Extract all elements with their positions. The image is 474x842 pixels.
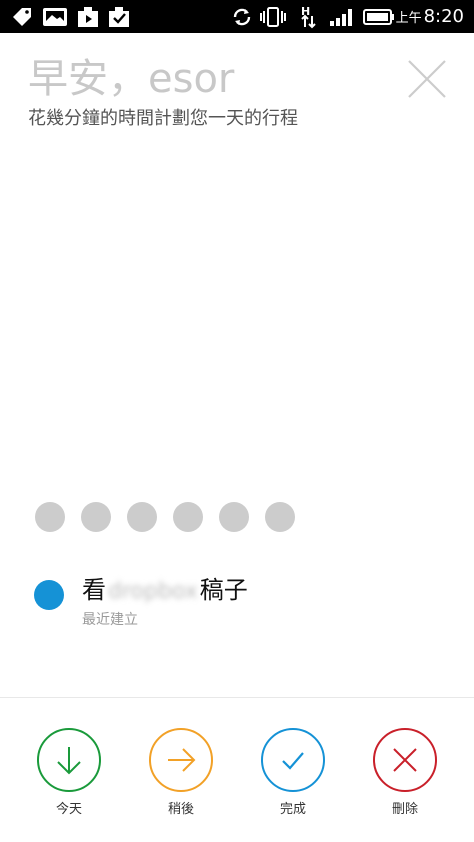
task-check-icon (107, 6, 131, 28)
task-title-suffix: 稿子 (199, 576, 248, 604)
vibrate-icon (260, 6, 286, 28)
today-ring (37, 728, 101, 792)
page-dot[interactable] (35, 502, 65, 532)
later-label: 稍後 (167, 802, 194, 817)
page-dot[interactable] (173, 502, 203, 532)
close-button[interactable] (406, 58, 448, 100)
done-ring (261, 728, 325, 792)
task-color-bullet (34, 580, 64, 610)
tag-icon (10, 6, 34, 28)
task-item[interactable]: 看dropbox稿子 最近建立 (34, 570, 454, 634)
signal-icon (328, 6, 356, 28)
today-label: 今天 (55, 802, 82, 817)
checkmark-icon (282, 752, 304, 770)
page-dot[interactable] (81, 502, 111, 532)
status-bar: H 上午 8:20 (0, 0, 474, 33)
play-store-icon (76, 6, 100, 28)
done-label: 完成 (279, 802, 306, 817)
later-ring (149, 728, 213, 792)
later-button[interactable]: 稍後 (136, 726, 226, 826)
today-button[interactable]: 今天 (24, 726, 114, 826)
close-icon (408, 60, 446, 98)
greeting-title: 早安，esor (28, 56, 235, 102)
data-h-icon: H (297, 5, 319, 29)
divider (0, 697, 474, 698)
battery-icon (362, 6, 396, 28)
task-meta: 最近建立 (82, 612, 138, 628)
clock-ampm: 上午 (395, 11, 422, 26)
page-dot[interactable] (219, 502, 249, 532)
page-dot[interactable] (265, 502, 295, 532)
page-indicator (35, 502, 311, 532)
delete-ring (373, 728, 437, 792)
sync-icon (230, 6, 254, 28)
gallery-icon (42, 6, 68, 28)
x-icon (393, 748, 417, 772)
clock: 上午 8:20 (396, 5, 464, 31)
task-title-prefix: 看 (82, 576, 106, 604)
greeting-subtitle: 花幾分鐘的時間計劃您一天的行程 (28, 108, 298, 129)
done-button[interactable]: 完成 (248, 726, 338, 826)
page-dot[interactable] (127, 502, 157, 532)
delete-label: 刪除 (391, 802, 418, 817)
clock-time: 8:20 (423, 6, 464, 27)
action-bar: 今天 稍後 完成 刪除 (0, 726, 474, 826)
arrow-down-icon (57, 747, 81, 775)
task-title-blurred: dropbox (108, 579, 198, 604)
task-title: 看dropbox稿子 (82, 572, 248, 610)
arrow-right-icon (168, 748, 196, 772)
delete-button[interactable]: 刪除 (360, 726, 450, 826)
